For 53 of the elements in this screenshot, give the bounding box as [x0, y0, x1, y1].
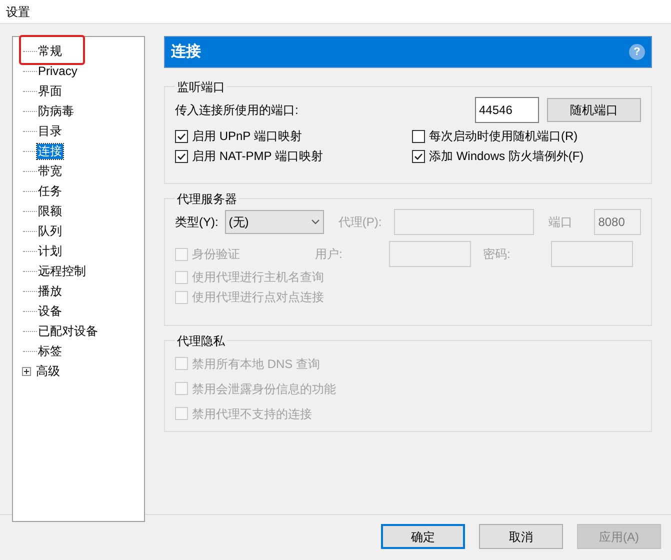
expand-icon[interactable]	[22, 366, 31, 376]
tree-item[interactable]: 设备	[37, 304, 63, 318]
tree-item[interactable]: 限额	[37, 204, 63, 218]
checkbox-label: 启用 UPnP 端口映射	[192, 128, 302, 145]
window-title: 设置	[6, 4, 30, 20]
proxy-field[interactable]	[394, 209, 534, 235]
tree-item[interactable]: 高级	[35, 364, 61, 378]
tree-item[interactable]: 计划	[37, 244, 63, 258]
checkbox-label: 添加 Windows 防火墙例外(F)	[429, 148, 584, 165]
tree-item[interactable]: 播放	[37, 284, 63, 298]
random-port-button[interactable]: 随机端口	[547, 98, 641, 122]
tree-item[interactable]: 标签	[37, 344, 63, 358]
tree-item[interactable]: 防病毒	[37, 104, 75, 118]
field-label: 用户:	[315, 246, 344, 263]
tree-item[interactable]: 带宽	[37, 164, 63, 178]
tree-item[interactable]: 界面	[37, 84, 63, 98]
group-title: 代理服务器	[175, 190, 239, 208]
checkbox-label: 使用代理进行主机名查询	[192, 269, 324, 286]
field-label: 传入连接所使用的端口:	[175, 102, 300, 119]
type-dropdown[interactable]: (无)	[224, 210, 324, 234]
checkbox-label: 禁用所有本地 DNS 查询	[192, 356, 320, 372]
group-title: 代理隐私	[175, 332, 227, 350]
checkbox[interactable]	[412, 130, 425, 142]
checkbox[interactable]	[175, 130, 188, 142]
checkbox[interactable]	[412, 150, 425, 162]
user-field[interactable]	[389, 241, 471, 267]
port-field[interactable]: 8080	[594, 209, 642, 235]
tree-item[interactable]: 常规	[37, 44, 63, 58]
chevron-icon	[311, 219, 320, 225]
tree-item[interactable]: 任务	[37, 184, 63, 198]
field-label: 代理(P):	[338, 214, 383, 231]
checkbox-label: 身份验证	[192, 246, 240, 263]
tree-item[interactable]: Privacy	[37, 64, 78, 78]
checkbox-label: 禁用代理不支持的连接	[192, 406, 312, 422]
tree-item[interactable]: 远程控制	[37, 264, 87, 278]
password-field[interactable]	[551, 241, 633, 267]
field-label: 类型(Y):	[175, 214, 220, 231]
dialog-button[interactable]: 取消	[479, 524, 563, 549]
dialog-button[interactable]: 确定	[381, 524, 465, 549]
tree-item[interactable]: 连接	[37, 144, 63, 158]
checkbox[interactable]	[175, 150, 188, 162]
port-field[interactable]: 44546	[475, 97, 539, 123]
dropdown-value: (无)	[228, 214, 249, 231]
checkbox-label: 使用代理进行点对点连接	[192, 289, 324, 306]
tree-item[interactable]: 已配对设备	[37, 324, 99, 338]
tree-item[interactable]: 目录	[37, 124, 63, 138]
checkbox-label: 启用 NAT-PMP 端口映射	[192, 148, 323, 165]
section-title: 连接	[171, 42, 201, 62]
field-label: 端口	[548, 214, 574, 231]
checkbox-label: 每次启动时使用随机端口(R)	[429, 128, 578, 145]
tree-item[interactable]: 队列	[37, 224, 63, 238]
field-label: 密码:	[483, 246, 512, 263]
checkbox-label: 禁用会泄露身份信息的功能	[192, 380, 336, 398]
